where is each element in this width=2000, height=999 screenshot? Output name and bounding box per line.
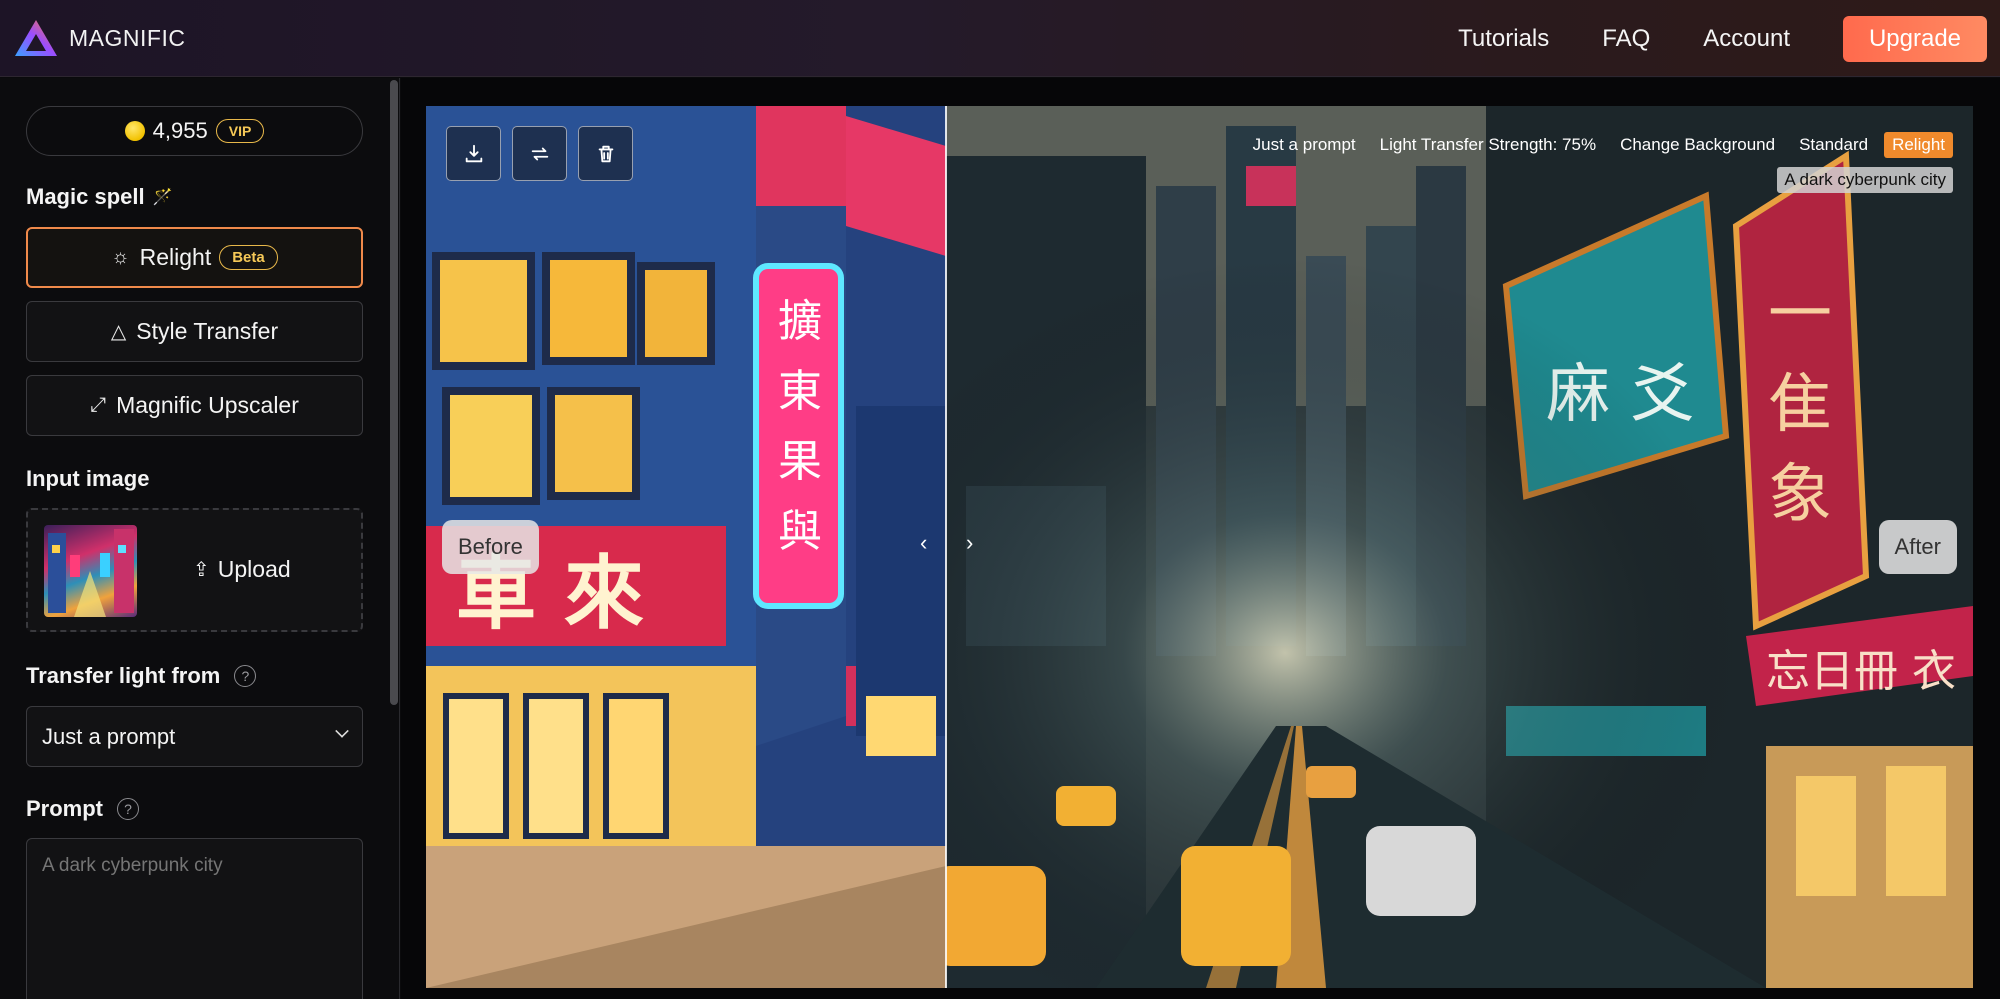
tag-relight: Relight (1884, 132, 1953, 158)
chevron-down-icon (335, 724, 349, 738)
magic-wand-icon: 🪄 (152, 189, 173, 206)
upload-button[interactable]: ⇪ Upload (193, 556, 291, 583)
expand-icon: ⤢ (90, 394, 107, 416)
prompt-chip: A dark cyberpunk city (1777, 167, 1953, 193)
upload-label: Upload (217, 556, 291, 582)
help-icon[interactable]: ? (234, 665, 257, 687)
magnific-upscaler-label: Magnific Upscaler (116, 392, 299, 418)
nav-tutorials[interactable]: Tutorials (1458, 25, 1549, 53)
app-name: MAGNIFIC (69, 24, 186, 51)
magnific-upscaler-button[interactable]: ⤢ Magnific Upscaler (26, 375, 363, 436)
before-label: Before (442, 520, 539, 574)
prompt-heading: Prompt ? (26, 796, 139, 822)
chevron-left-icon[interactable]: ‹ (920, 530, 927, 556)
input-image-thumbnail (44, 525, 137, 617)
trash-icon (598, 145, 613, 162)
chevron-right-icon[interactable]: › (966, 530, 973, 556)
swap-button[interactable] (512, 126, 567, 181)
coin-icon (124, 121, 145, 141)
svg-text:擴: 擴 (778, 296, 822, 347)
input-image-heading: Input image (26, 466, 149, 492)
prompt-input[interactable] (26, 838, 363, 999)
svg-text:果: 果 (778, 436, 822, 487)
svg-text:與: 與 (778, 506, 822, 557)
tag-strength: Light Transfer Strength: 75% (1379, 135, 1597, 154)
tag-background: Change Background (1620, 135, 1776, 154)
style-transfer-button[interactable]: △ Style Transfer (26, 301, 363, 362)
transfer-light-heading: Transfer light from ? (26, 663, 257, 689)
upgrade-button[interactable]: Upgrade (1843, 15, 1987, 62)
transfer-light-select[interactable]: Just a prompt (26, 706, 363, 767)
sidebar-scrollbar[interactable] (389, 78, 399, 999)
download-icon (465, 144, 482, 162)
nav-account[interactable]: Account (1703, 25, 1790, 53)
logo[interactable]: MAGNIFIC (13, 18, 185, 58)
magic-spell-title: Magic spell (26, 184, 145, 209)
scrollbar-thumb[interactable] (390, 80, 398, 705)
after-illustration: 麻 爻 一 隹 象 忘日冊 衣 (936, 106, 1973, 988)
delete-button[interactable] (578, 126, 633, 181)
beta-badge: Beta (219, 245, 278, 270)
sidebar: 4,955 VIP Magic spell 🪄 ☼ Relight Beta △… (0, 78, 400, 999)
swap-icon (531, 147, 548, 160)
upload-icon: ⇪ (193, 559, 210, 581)
relight-label: Relight (139, 244, 212, 270)
download-button[interactable] (446, 126, 501, 181)
nav-faq[interactable]: FAQ (1602, 25, 1650, 53)
input-image-title: Input image (26, 466, 150, 491)
compare-divider[interactable] (945, 106, 947, 988)
settings-tags: Just a prompt Light Transfer Strength: 7… (1229, 132, 1953, 158)
tag-mode: Standard (1799, 135, 1869, 154)
transfer-light-title: Transfer light from (26, 663, 221, 688)
svg-text:東: 東 (778, 366, 822, 417)
triangle-icon: △ (110, 321, 127, 343)
credits-pill[interactable]: 4,955 VIP (26, 106, 363, 156)
tag-light-source: Just a prompt (1252, 135, 1356, 154)
relight-button[interactable]: ☼ Relight Beta (26, 227, 363, 288)
transfer-light-value: Just a prompt (42, 723, 176, 749)
after-label: After (1878, 520, 1957, 574)
prompt-title: Prompt (26, 796, 103, 821)
magnific-logo-icon (15, 20, 57, 56)
top-header: MAGNIFIC Tutorials FAQ Account Upgrade (0, 0, 2000, 77)
after-image: 麻 爻 一 隹 象 忘日冊 衣 (936, 106, 1973, 988)
sun-icon: ☼ (111, 246, 130, 268)
magic-spell-heading: Magic spell 🪄 (26, 184, 173, 210)
upload-dropzone[interactable]: ⇪ Upload (26, 508, 363, 632)
style-transfer-label: Style Transfer (136, 318, 279, 344)
top-nav: Tutorials FAQ Account Upgrade (1458, 0, 2000, 77)
credit-amount: 4,955 (152, 118, 208, 143)
vip-badge: VIP (215, 119, 265, 143)
thumbnail-art (48, 529, 134, 617)
help-icon[interactable]: ? (117, 798, 139, 820)
before-after-compare[interactable]: 車 來 擴 東 果 與 ‹ › Just a prompt Light Tran… (426, 106, 1973, 988)
